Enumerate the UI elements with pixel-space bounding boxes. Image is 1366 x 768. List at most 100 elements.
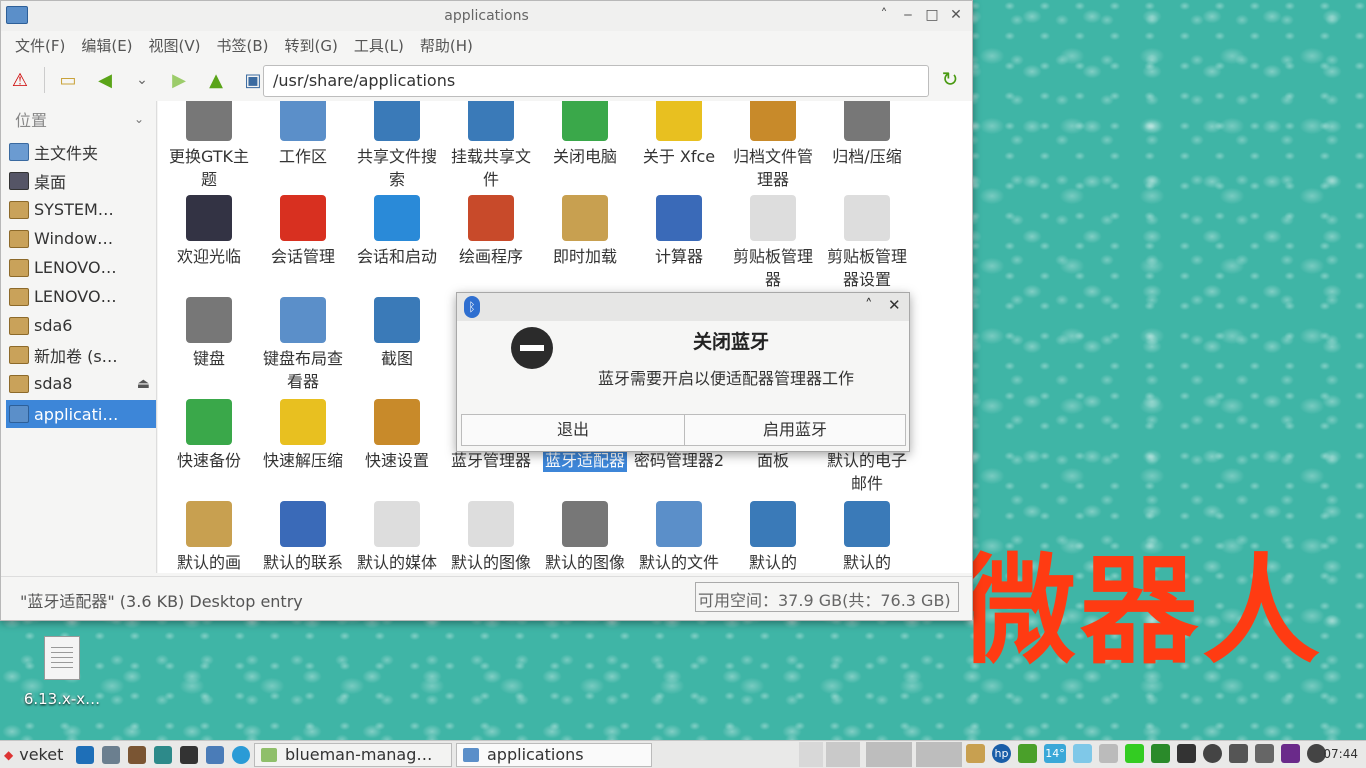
grid-item[interactable]: 关闭电脑 — [538, 101, 632, 168]
sidebar-item-new-volume[interactable]: 新加卷 (s… — [1, 340, 156, 369]
keyboard-icon[interactable] — [1177, 744, 1196, 763]
media-icon[interactable] — [180, 745, 198, 764]
sidebar-item-home[interactable]: 主文件夹 — [1, 137, 156, 166]
power-icon[interactable] — [1255, 744, 1274, 763]
back-arrow-icon[interactable]: ◀ — [92, 67, 118, 93]
grid-item[interactable]: 快速设置 — [350, 399, 444, 472]
go-icon[interactable]: ↻ — [937, 67, 963, 93]
grid-item[interactable]: 默认的媒体 — [350, 501, 444, 573]
grid-item-label: 默认的媒体 — [356, 553, 437, 572]
terminal-icon[interactable] — [76, 745, 94, 764]
menu-go[interactable]: 转到(G) — [277, 35, 346, 56]
grid-item[interactable]: 快速解压缩 — [256, 399, 350, 472]
cpu-meter-icon[interactable] — [1073, 744, 1092, 763]
close-button[interactable]: ✕ — [948, 5, 964, 25]
workspace-1[interactable] — [826, 742, 860, 767]
grid-item[interactable]: 归档文件管理器 — [726, 101, 820, 191]
sidebar-item-windows[interactable]: Window… — [1, 224, 156, 253]
grid-item[interactable]: 默认的联系 — [256, 501, 350, 573]
quit-button[interactable]: 退出 — [461, 414, 685, 446]
drive-tray-icon[interactable] — [1099, 744, 1118, 763]
shade-button[interactable]: ˄ — [876, 5, 892, 25]
sidebar-item-desktop[interactable]: 桌面 — [1, 166, 156, 195]
wifi-icon[interactable] — [1018, 744, 1037, 763]
grid-item[interactable]: 默认的图像 — [444, 501, 538, 573]
grid-item[interactable]: 绘画程序 — [444, 195, 538, 268]
grid-item[interactable]: 会话和启动 — [350, 195, 444, 268]
grid-item[interactable]: 计算器 — [632, 195, 726, 268]
enable-bluetooth-button[interactable]: 启用蓝牙 — [684, 414, 906, 446]
history-chevron-icon[interactable]: ⌄ — [129, 67, 155, 93]
menu-file[interactable]: 文件(F) — [7, 35, 73, 56]
task-applications[interactable]: applications — [456, 742, 652, 767]
grid-item[interactable]: 即时加载 — [538, 195, 632, 268]
grid-item[interactable]: 默认的 — [726, 501, 820, 573]
dialog-titlebar[interactable]: ᛒ ˄ ✕ — [457, 293, 909, 321]
purple-app-icon[interactable] — [1281, 744, 1300, 763]
paint-icon[interactable] — [128, 745, 146, 764]
grid-item[interactable]: 键盘布局查看器 — [256, 297, 350, 393]
clipboard-icon[interactable] — [966, 744, 985, 763]
menu-tools[interactable]: 工具(L) — [346, 35, 412, 56]
warning-icon[interactable]: ⚠ — [7, 67, 33, 93]
battery-icon[interactable] — [1125, 744, 1144, 763]
path-input[interactable]: /usr/share/applications — [263, 65, 929, 97]
browser-icon[interactable] — [232, 745, 250, 764]
grid-item[interactable]: 剪贴板管理器设置 — [820, 195, 914, 291]
forward-arrow-icon[interactable]: ▶ — [166, 67, 192, 93]
sidebar-item-sda8[interactable]: sda8 ⏏ — [1, 369, 156, 398]
grid-item-label: 蓝牙适配器 — [542, 449, 627, 472]
grid-item[interactable]: 欢迎光临 — [162, 195, 256, 268]
grid-item[interactable]: 键盘 — [162, 297, 256, 370]
eject-icon[interactable]: ⏏ — [137, 376, 150, 392]
bell-icon[interactable] — [1203, 744, 1222, 763]
sidebar-item-applications[interactable]: applicati… — [6, 400, 156, 428]
new-folder-icon[interactable]: ▭ — [55, 67, 81, 93]
settings-icon[interactable] — [206, 745, 224, 764]
grid-item[interactable]: 默认的画 — [162, 501, 256, 573]
dialog-close-button[interactable]: ✕ — [888, 296, 901, 314]
display-icon[interactable] — [1229, 744, 1248, 763]
sidebar-item-lenovo-2[interactable]: LENOVO… — [1, 282, 156, 311]
weather-badge[interactable]: 14° — [1044, 744, 1066, 763]
workspace-2[interactable] — [866, 742, 912, 767]
grid-item[interactable]: 快速备份 — [162, 399, 256, 472]
grid-item[interactable]: 更换GTK主题 — [162, 101, 256, 191]
task-blueman-manager[interactable]: blueman-manag… — [254, 742, 452, 767]
up-arrow-icon[interactable]: ▲ — [203, 67, 229, 93]
grid-item[interactable]: 剪贴板管理器 — [726, 195, 820, 291]
chevron-down-icon[interactable]: ⌄ — [134, 112, 144, 126]
workspace-3[interactable] — [916, 742, 962, 767]
dialog-shade-button[interactable]: ˄ — [865, 296, 873, 314]
desktop-file-icon[interactable]: 6.13.x-x… — [14, 636, 110, 708]
grid-item[interactable]: 默认的图像 — [538, 501, 632, 573]
files-icon[interactable] — [154, 745, 172, 764]
sidebar-item-label: 新加卷 (s… — [34, 346, 118, 366]
grid-item[interactable]: 归档/压缩 — [820, 101, 914, 168]
grid-item[interactable]: 默认的文件 — [632, 501, 726, 573]
sidebar-item-sda6[interactable]: sda6 — [1, 311, 156, 340]
menu-help[interactable]: 帮助(H) — [412, 35, 481, 56]
screenshot-icon[interactable] — [102, 745, 120, 764]
menu-edit[interactable]: 编辑(E) — [73, 35, 140, 56]
sidebar-item-lenovo-1[interactable]: LENOVO… — [1, 253, 156, 282]
grid-item[interactable]: 工作区 — [256, 101, 350, 168]
security-shield-icon[interactable] — [1151, 744, 1170, 763]
minimize-button[interactable]: ‒ — [900, 5, 916, 25]
show-desktop-button[interactable] — [799, 742, 823, 767]
grid-item[interactable]: 挂载共享文件 — [444, 101, 538, 191]
sidebar-header[interactable]: 位置 ⌄ — [1, 101, 156, 137]
menu-bookmarks[interactable]: 书签(B) — [209, 35, 277, 56]
grid-item[interactable]: 关于 Xfce — [632, 101, 726, 168]
grid-item[interactable]: 会话管理 — [256, 195, 350, 268]
grid-item[interactable]: 截图 — [350, 297, 444, 370]
start-menu-button[interactable]: ◆ veket — [0, 745, 72, 764]
menu-view[interactable]: 视图(V) — [141, 35, 209, 56]
hp-icon[interactable]: hp — [992, 744, 1011, 763]
grid-item[interactable]: 共享文件搜索 — [350, 101, 444, 191]
window-titlebar[interactable]: applications ˄ ‒ □ ✕ — [1, 1, 972, 31]
maximize-button[interactable]: □ — [924, 5, 940, 25]
grid-item[interactable]: 默认的 — [820, 501, 914, 573]
sidebar-item-label: Window… — [34, 229, 114, 248]
sidebar-item-system[interactable]: SYSTEM… — [1, 195, 156, 224]
